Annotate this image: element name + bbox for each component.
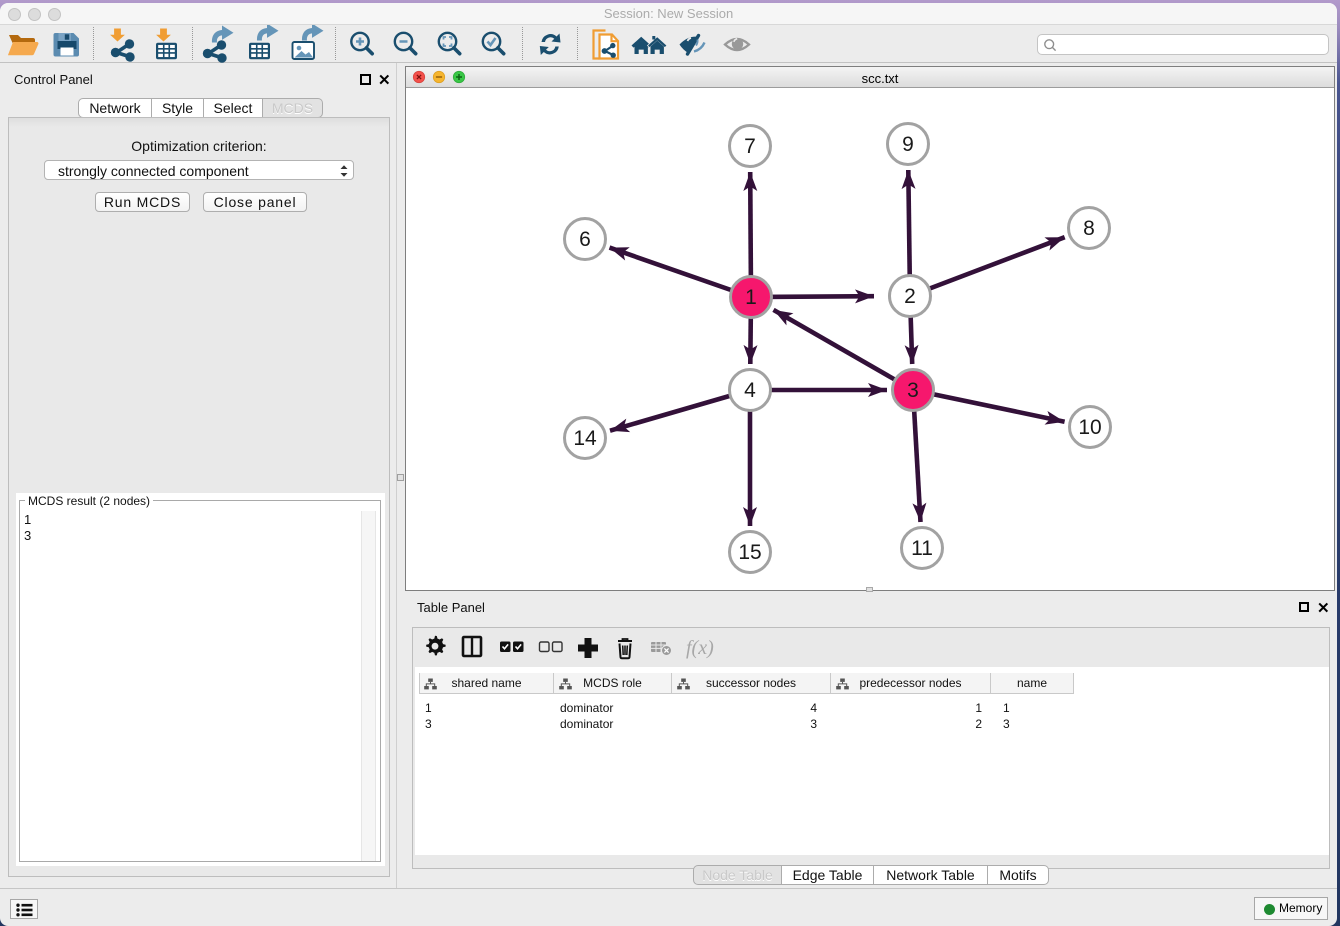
svg-text:11: 11 bbox=[911, 537, 933, 560]
svg-text:1: 1 bbox=[745, 286, 757, 309]
svg-text:f(x): f(x) bbox=[686, 637, 714, 659]
svg-text:8: 8 bbox=[1083, 217, 1095, 240]
svg-text:9: 9 bbox=[902, 133, 914, 156]
svg-text:14: 14 bbox=[573, 427, 597, 450]
svg-text:3: 3 bbox=[907, 379, 919, 402]
svg-text:10: 10 bbox=[1078, 416, 1101, 439]
svg-text:15: 15 bbox=[738, 541, 761, 564]
svg-text:6: 6 bbox=[579, 228, 591, 251]
svg-text:2: 2 bbox=[904, 285, 916, 308]
svg-text:7: 7 bbox=[744, 135, 756, 158]
svg-text:4: 4 bbox=[744, 379, 756, 402]
